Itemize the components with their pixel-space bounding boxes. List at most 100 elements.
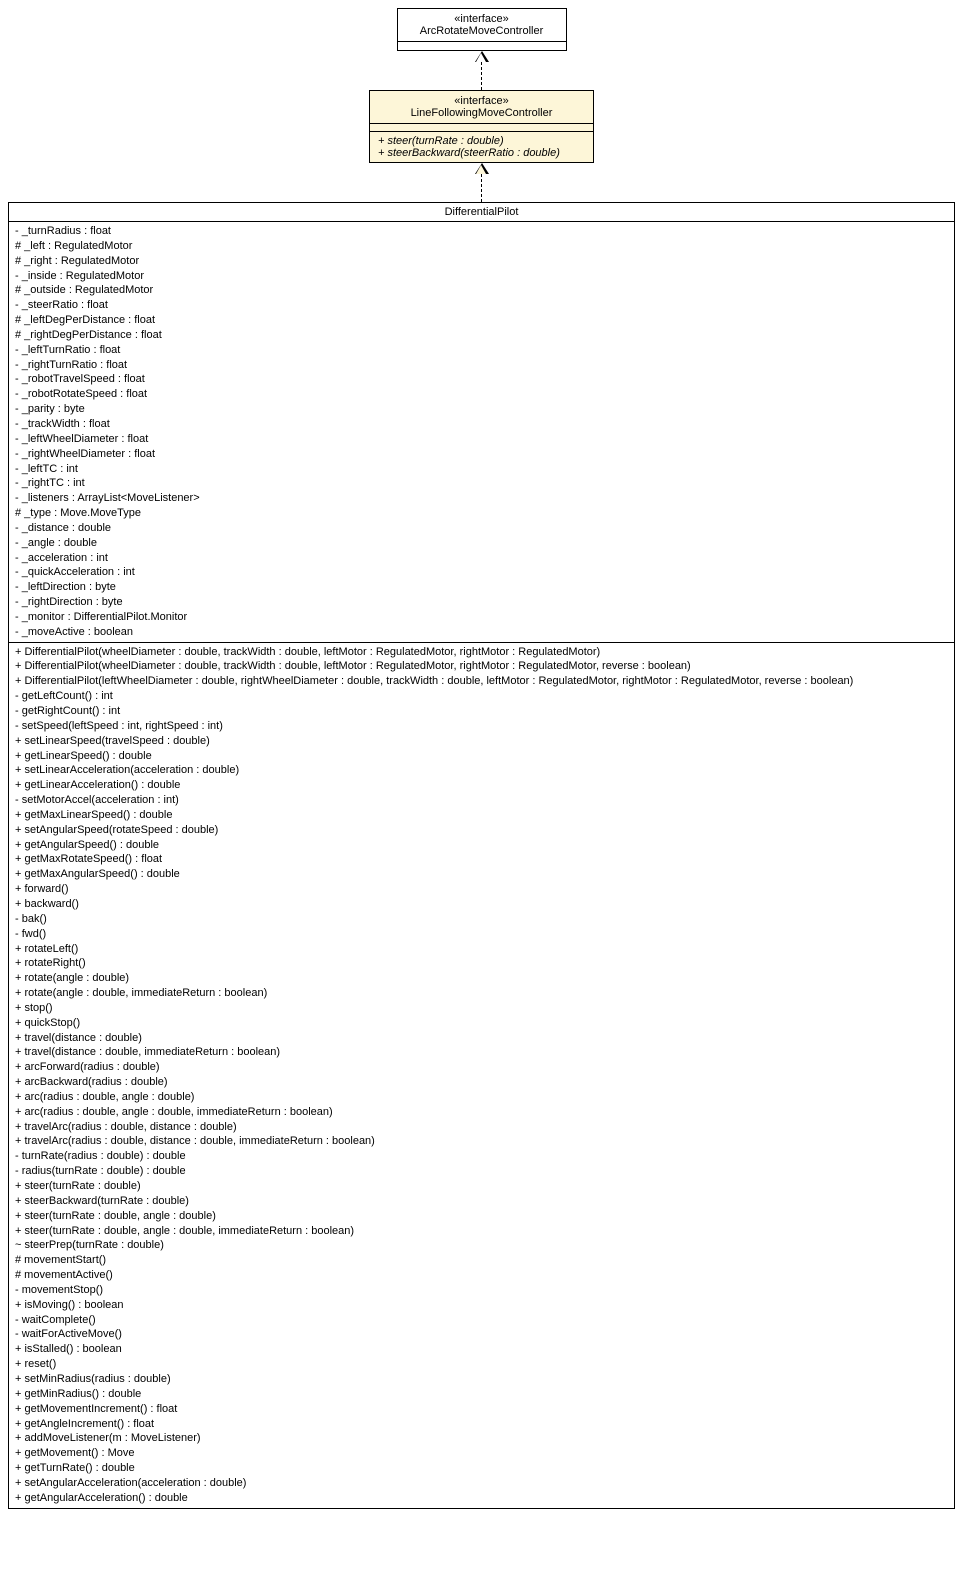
attribute: - _rightTurnRatio : float <box>15 358 948 373</box>
attribute: - _inside : RegulatedMotor <box>15 269 948 284</box>
operation: # movementStart() <box>15 1253 948 1268</box>
attribute: - _rightTC : int <box>15 476 948 491</box>
operation: + travelArc(radius : double, distance : … <box>15 1120 948 1135</box>
operation: + rotateRight() <box>15 956 948 971</box>
operation: + travelArc(radius : double, distance : … <box>15 1134 948 1149</box>
operation: + travel(distance : double, immediateRet… <box>15 1045 948 1060</box>
operation: - radius(turnRate : double) : double <box>15 1164 948 1179</box>
attribute: # _leftDegPerDistance : float <box>15 313 948 328</box>
operation: - waitForActiveMove() <box>15 1327 948 1342</box>
operation: + rotateLeft() <box>15 942 948 957</box>
realization-connector-2 <box>475 163 489 202</box>
stereotype-label: «interface» <box>412 13 552 25</box>
attribute: - _rightWheelDiameter : float <box>15 447 948 462</box>
uml-diagram: «interface» ArcRotateMoveController «int… <box>8 8 955 1509</box>
attribute: - _listeners : ArrayList<MoveListener> <box>15 491 948 506</box>
realization-connector-1 <box>475 51 489 90</box>
operation: + getAngleIncrement() : float <box>15 1417 948 1432</box>
interface-arcrotate: «interface» ArcRotateMoveController <box>397 8 567 51</box>
operation: - waitComplete() <box>15 1313 948 1328</box>
attribute: - _distance : double <box>15 521 948 536</box>
attribute: - _monitor : DifferentialPilot.Monitor <box>15 610 948 625</box>
hollow-arrow-icon <box>475 51 489 62</box>
operation: + steerBackward(steerRatio : double) <box>378 147 585 159</box>
operation: + getMinRadius() : double <box>15 1387 948 1402</box>
operation: - getLeftCount() : int <box>15 689 948 704</box>
hollow-arrow-icon <box>475 163 489 174</box>
attribute: - _rightDirection : byte <box>15 595 948 610</box>
operation: + stop() <box>15 1001 948 1016</box>
operation: + rotate(angle : double, immediateReturn… <box>15 986 948 1001</box>
operation: + steer(turnRate : double, angle : doubl… <box>15 1224 948 1239</box>
operation: + getTurnRate() : double <box>15 1461 948 1476</box>
attribute: - _robotTravelSpeed : float <box>15 372 948 387</box>
operation: + setAngularAcceleration(acceleration : … <box>15 1476 948 1491</box>
attribute: - _robotRotateSpeed : float <box>15 387 948 402</box>
operation: - movementStop() <box>15 1283 948 1298</box>
operation: + getAngularSpeed() : double <box>15 838 948 853</box>
attribute: - _leftDirection : byte <box>15 580 948 595</box>
attribute: # _right : RegulatedMotor <box>15 254 948 269</box>
operation-compartment: + steer(turnRate : double) + steerBackwa… <box>370 132 593 162</box>
operation: - setSpeed(leftSpeed : int, rightSpeed :… <box>15 719 948 734</box>
operation: + DifferentialPilot(leftWheelDiameter : … <box>15 674 948 689</box>
interface-name: LineFollowingMoveController <box>384 107 579 119</box>
operation: + setLinearAcceleration(acceleration : d… <box>15 763 948 778</box>
dashed-line <box>481 62 482 90</box>
operation: + quickStop() <box>15 1016 948 1031</box>
attribute: # _outside : RegulatedMotor <box>15 283 948 298</box>
attribute: - _angle : double <box>15 536 948 551</box>
operation: + arc(radius : double, angle : double) <box>15 1090 948 1105</box>
operation: + steerBackward(turnRate : double) <box>15 1194 948 1209</box>
class-name: DifferentialPilot <box>9 203 954 222</box>
operation: - bak() <box>15 912 948 927</box>
operation: + setAngularSpeed(rotateSpeed : double) <box>15 823 948 838</box>
attribute: - _parity : byte <box>15 402 948 417</box>
attribute: - _leftTurnRatio : float <box>15 343 948 358</box>
operation: # movementActive() <box>15 1268 948 1283</box>
stereotype-label: «interface» <box>384 95 579 107</box>
attribute: - _leftWheelDiameter : float <box>15 432 948 447</box>
operation: + DifferentialPilot(wheelDiameter : doub… <box>15 659 948 674</box>
operation: + getLinearSpeed() : double <box>15 749 948 764</box>
operation: + reset() <box>15 1357 948 1372</box>
attribute: - _steerRatio : float <box>15 298 948 313</box>
class-differentialpilot: DifferentialPilot - _turnRadius : float#… <box>8 202 955 1509</box>
operation: + getMaxRotateSpeed() : float <box>15 852 948 867</box>
operation: ~ steerPrep(turnRate : double) <box>15 1238 948 1253</box>
interface-name: ArcRotateMoveController <box>412 25 552 37</box>
operation: + addMoveListener(m : MoveListener) <box>15 1431 948 1446</box>
operation: + getAngularAcceleration() : double <box>15 1491 948 1506</box>
attribute: - _trackWidth : float <box>15 417 948 432</box>
interface-linefollowing: «interface» LineFollowingMoveController … <box>369 90 594 163</box>
operation: + steer(turnRate : double) <box>378 135 585 147</box>
operation: + arcForward(radius : double) <box>15 1060 948 1075</box>
operation: - getRightCount() : int <box>15 704 948 719</box>
operation: + travel(distance : double) <box>15 1031 948 1046</box>
operation: + backward() <box>15 897 948 912</box>
operation: + steer(turnRate : double, angle : doubl… <box>15 1209 948 1224</box>
operation: + isMoving() : boolean <box>15 1298 948 1313</box>
attribute: - _moveActive : boolean <box>15 625 948 640</box>
operation: + arc(radius : double, angle : double, i… <box>15 1105 948 1120</box>
operation: + steer(turnRate : double) <box>15 1179 948 1194</box>
operation: - fwd() <box>15 927 948 942</box>
operation: + forward() <box>15 882 948 897</box>
attribute: - _quickAcceleration : int <box>15 565 948 580</box>
attribute: # _rightDegPerDistance : float <box>15 328 948 343</box>
operation: - turnRate(radius : double) : double <box>15 1149 948 1164</box>
operation: + getMovement() : Move <box>15 1446 948 1461</box>
attribute: - _acceleration : int <box>15 551 948 566</box>
operation: + setLinearSpeed(travelSpeed : double) <box>15 734 948 749</box>
attribute: - _leftTC : int <box>15 462 948 477</box>
operation: + rotate(angle : double) <box>15 971 948 986</box>
operation-compartment: + DifferentialPilot(wheelDiameter : doub… <box>9 643 954 1508</box>
operation: + getLinearAcceleration() : double <box>15 778 948 793</box>
operation: + arcBackward(radius : double) <box>15 1075 948 1090</box>
attribute: # _type : Move.MoveType <box>15 506 948 521</box>
operation: + getMaxLinearSpeed() : double <box>15 808 948 823</box>
attribute: - _turnRadius : float <box>15 224 948 239</box>
operation: + isStalled() : boolean <box>15 1342 948 1357</box>
operation: + DifferentialPilot(wheelDiameter : doub… <box>15 645 948 660</box>
attribute: # _left : RegulatedMotor <box>15 239 948 254</box>
